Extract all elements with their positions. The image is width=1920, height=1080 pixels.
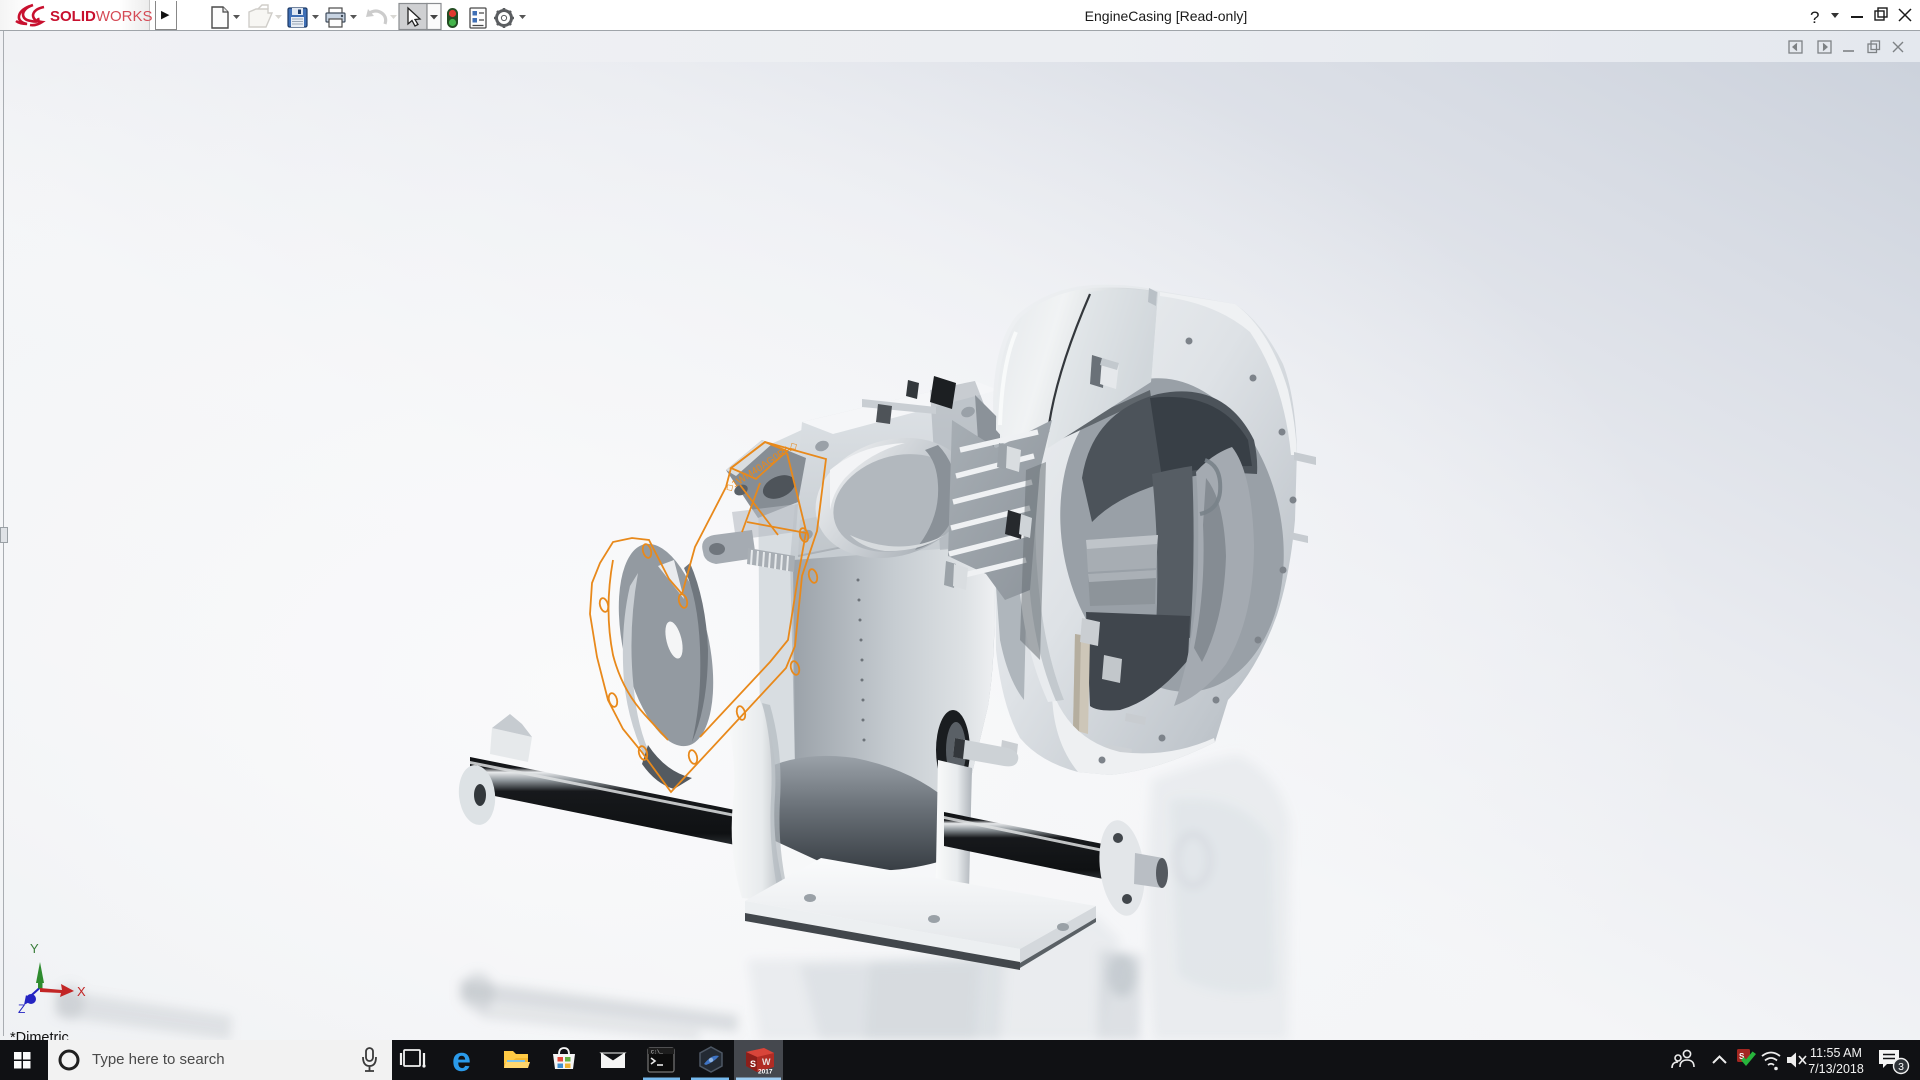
svg-text:Z: Z <box>18 1002 25 1016</box>
svg-text:W: W <box>762 1057 771 1067</box>
svg-text:C:\_: C:\_ <box>651 1050 664 1056</box>
svg-text:X: X <box>77 984 86 999</box>
svg-text:?: ? <box>1810 8 1819 27</box>
svg-text:7/13/2018: 7/13/2018 <box>1808 1062 1864 1076</box>
svg-text:Y: Y <box>30 941 39 956</box>
svg-text:SOLIDWORKS: SOLIDWORKS <box>50 8 153 25</box>
svg-text:3: 3 <box>1898 1061 1904 1073</box>
svg-text:11:55 AM: 11:55 AM <box>1810 1046 1862 1060</box>
svg-text:e: e <box>452 1041 471 1079</box>
svg-text:S: S <box>750 1059 756 1069</box>
svg-text:2017: 2017 <box>758 1069 773 1076</box>
